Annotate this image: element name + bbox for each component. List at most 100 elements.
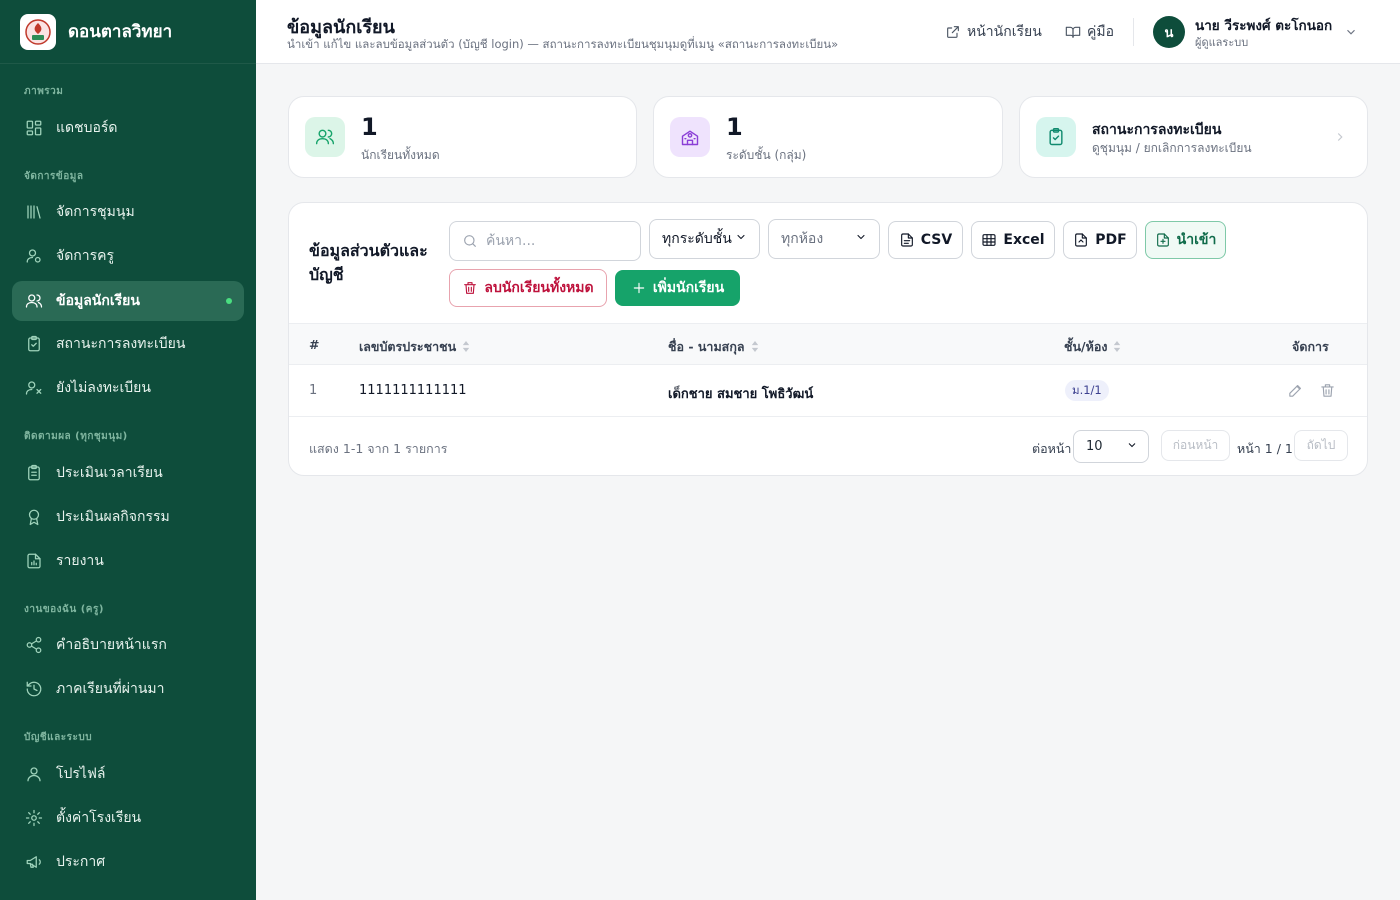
user-gear-icon — [24, 246, 44, 266]
user-role: ผู้ดูแลระบบ — [1195, 36, 1249, 49]
sidebar-item-announcements[interactable]: ประกาศ — [12, 842, 244, 882]
sort-icon — [1107, 340, 1121, 355]
delete-all-students-button[interactable]: ลบนักเรียนทั้งหมด — [449, 269, 607, 307]
sidebar-item-label: แดชบอร์ด — [56, 120, 118, 136]
clipboard-check-icon — [1036, 117, 1076, 157]
delete-all-label: ลบนักเรียนทั้งหมด — [484, 280, 594, 296]
trash-icon[interactable] — [1319, 382, 1337, 400]
user-x-icon — [24, 378, 44, 398]
previous-page-button[interactable]: ก่อนหน้า — [1161, 430, 1230, 461]
import-label: นำเข้า — [1176, 232, 1217, 248]
manual-link-label: คู่มือ — [1087, 24, 1115, 40]
external-link-icon — [947, 26, 959, 38]
sidebar-item-reports[interactable]: รายงาน — [12, 541, 244, 581]
page-info: หน้า 1 / 1 — [1237, 441, 1293, 456]
sidebar-item-students[interactable]: ข้อมูลนักเรียน — [12, 281, 244, 321]
trash-icon — [464, 282, 477, 294]
stat-card-students: 1 นักเรียนทั้งหมด — [288, 96, 637, 178]
per-page-select[interactable]: 10 — [1073, 430, 1149, 463]
clipboard-list-icon — [24, 463, 44, 483]
sidebar-item-dashboard[interactable]: แดชบอร์ด — [12, 108, 244, 148]
sidebar-item-activity-eval[interactable]: ประเมินผลกิจกรรม — [12, 497, 244, 537]
sidebar-item-past-terms[interactable]: ภาคเรียนที่ผ่านมา — [12, 669, 244, 709]
export-excel-button[interactable]: Excel — [971, 221, 1055, 259]
sidebar-item-school-settings[interactable]: ตั้งค่าโรงเรียน — [12, 798, 244, 838]
brand[interactable]: ดอนตาลวิทยา — [0, 0, 256, 64]
school-logo — [20, 13, 56, 50]
library-icon — [24, 202, 44, 222]
level-filter-select[interactable]: ทุกระดับชั้น — [649, 219, 760, 259]
avatar[interactable]: น — [1153, 16, 1185, 48]
add-student-label: เพิ่มนักเรียน — [652, 280, 725, 296]
sidebar-item-clubs[interactable]: จัดการชุมนุม — [12, 192, 244, 232]
brand-name: ดอนตาลวิทยา — [68, 22, 173, 42]
search-field[interactable] — [449, 221, 641, 261]
manual-link[interactable]: คู่มือ — [1065, 21, 1114, 43]
sidebar-item-registration-status[interactable]: สถานะการลงทะเบียน — [12, 324, 244, 364]
sidebar-item-label: ประเมินเวลาเรียน — [56, 465, 163, 481]
sidebar-item-label: ประกาศ — [56, 854, 106, 870]
school-icon — [670, 117, 710, 157]
student-data-panel: ข้อมูลส่วนตัวและบัญชี ทุกระดับชั้น ทุกห้… — [288, 202, 1368, 476]
table-header: # เลขบัตรประชาชน ชื่อ - นามสกุล ชั้น/ห้อ… — [289, 323, 1367, 365]
sidebar-item-label: ประเมินผลกิจกรรม — [56, 509, 170, 525]
status-card-title: สถานะการลงทะเบียน — [1092, 122, 1222, 138]
search-input[interactable] — [486, 233, 626, 249]
plus-icon — [633, 282, 645, 294]
report-chart-icon — [24, 551, 44, 571]
sidebar-item-profile[interactable]: โปรไฟล์ — [12, 754, 244, 794]
sidebar-item-label: สถานะการลงทะเบียน — [56, 336, 186, 352]
room-filter-value: ทุกห้อง — [781, 231, 824, 247]
csv-label: CSV — [920, 232, 953, 248]
column-header-number: # — [309, 337, 320, 352]
sidebar-item-attendance[interactable]: ประเมินเวลาเรียน — [12, 453, 244, 493]
sidebar-item-label: ภาคเรียนที่ผ่านมา — [56, 681, 165, 697]
file-import-icon — [1156, 233, 1169, 247]
per-page-value: 10 — [1086, 439, 1103, 454]
row-national-id: 1111111111111 — [359, 383, 467, 398]
nav-section-tracking: ติดตามผล (ทุกชุมนุม) — [24, 431, 128, 442]
student-page-link-label: หน้านักเรียน — [967, 24, 1042, 40]
edit-icon[interactable] — [1287, 382, 1305, 400]
search-icon — [464, 235, 476, 247]
export-csv-button[interactable]: CSV — [888, 221, 963, 259]
sidebar-item-homepage-desc[interactable]: คำอธิบายหน้าแรก — [12, 625, 244, 665]
nav-section-overview: ภาพรวม — [24, 86, 64, 97]
active-indicator-dot — [226, 298, 232, 304]
next-page-button[interactable]: ถัดไป — [1294, 430, 1348, 461]
export-pdf-button[interactable]: PDF — [1063, 221, 1137, 259]
row-student-name: เด็กชาย สมชาย โพธิวัฒน์ — [668, 387, 814, 402]
nav-section-manage: จัดการข้อมูล — [24, 171, 84, 182]
gear-icon — [24, 808, 44, 828]
dashboard-icon — [24, 118, 44, 138]
class-badge: ม.1/1 — [1065, 380, 1109, 401]
sidebar-item-unregistered[interactable]: ยังไม่ลงทะเบียน — [12, 368, 244, 408]
stat-students-value: 1 — [361, 113, 378, 141]
sidebar-item-label: คำอธิบายหน้าแรก — [56, 637, 167, 653]
registration-status-card[interactable]: สถานะการลงทะเบียน ดูชุมนุม / ยกเลิกการลง… — [1019, 96, 1368, 178]
header-divider — [1133, 18, 1134, 46]
user-icon — [24, 764, 44, 784]
pagination-summary: แสดง 1-1 จาก 1 รายการ — [309, 441, 448, 456]
panel-title: ข้อมูลส่วนตัวและบัญชี — [309, 241, 428, 284]
table-row[interactable]: 1 1111111111111 เด็กชาย สมชาย โพธิวัฒน์ … — [289, 365, 1367, 417]
chevron-down-icon[interactable] — [1344, 24, 1358, 43]
import-button[interactable]: นำเข้า — [1145, 221, 1226, 259]
sidebar-item-teachers[interactable]: จัดการครู — [12, 236, 244, 276]
page-subtitle: นำเข้า แก้ไข และลบข้อมูลส่วนตัว (บัญชี l… — [287, 37, 839, 51]
stat-students-label: นักเรียนทั้งหมด — [361, 148, 440, 162]
column-header-national-id[interactable]: เลขบัตรประชาชน — [359, 337, 470, 357]
users-icon — [305, 117, 345, 157]
book-open-icon — [1065, 26, 1081, 38]
nav-section-my-work: งานของฉัน (ครู) — [24, 604, 104, 615]
room-filter-select[interactable]: ทุกห้อง — [768, 219, 880, 259]
history-icon — [24, 679, 44, 699]
pdf-label: PDF — [1095, 232, 1127, 248]
sidebar-item-label: จัดการครู — [56, 248, 115, 264]
student-page-link[interactable]: หน้านักเรียน — [945, 21, 1042, 43]
stat-levels-label: ระดับชั้น (กลุ่ม) — [726, 148, 807, 162]
add-student-button[interactable]: เพิ่มนักเรียน — [615, 270, 740, 306]
column-header-name[interactable]: ชื่อ - นามสกุล — [668, 337, 759, 357]
column-header-class[interactable]: ชั้น/ห้อง — [1064, 337, 1121, 357]
sidebar-item-label: โปรไฟล์ — [56, 766, 106, 782]
